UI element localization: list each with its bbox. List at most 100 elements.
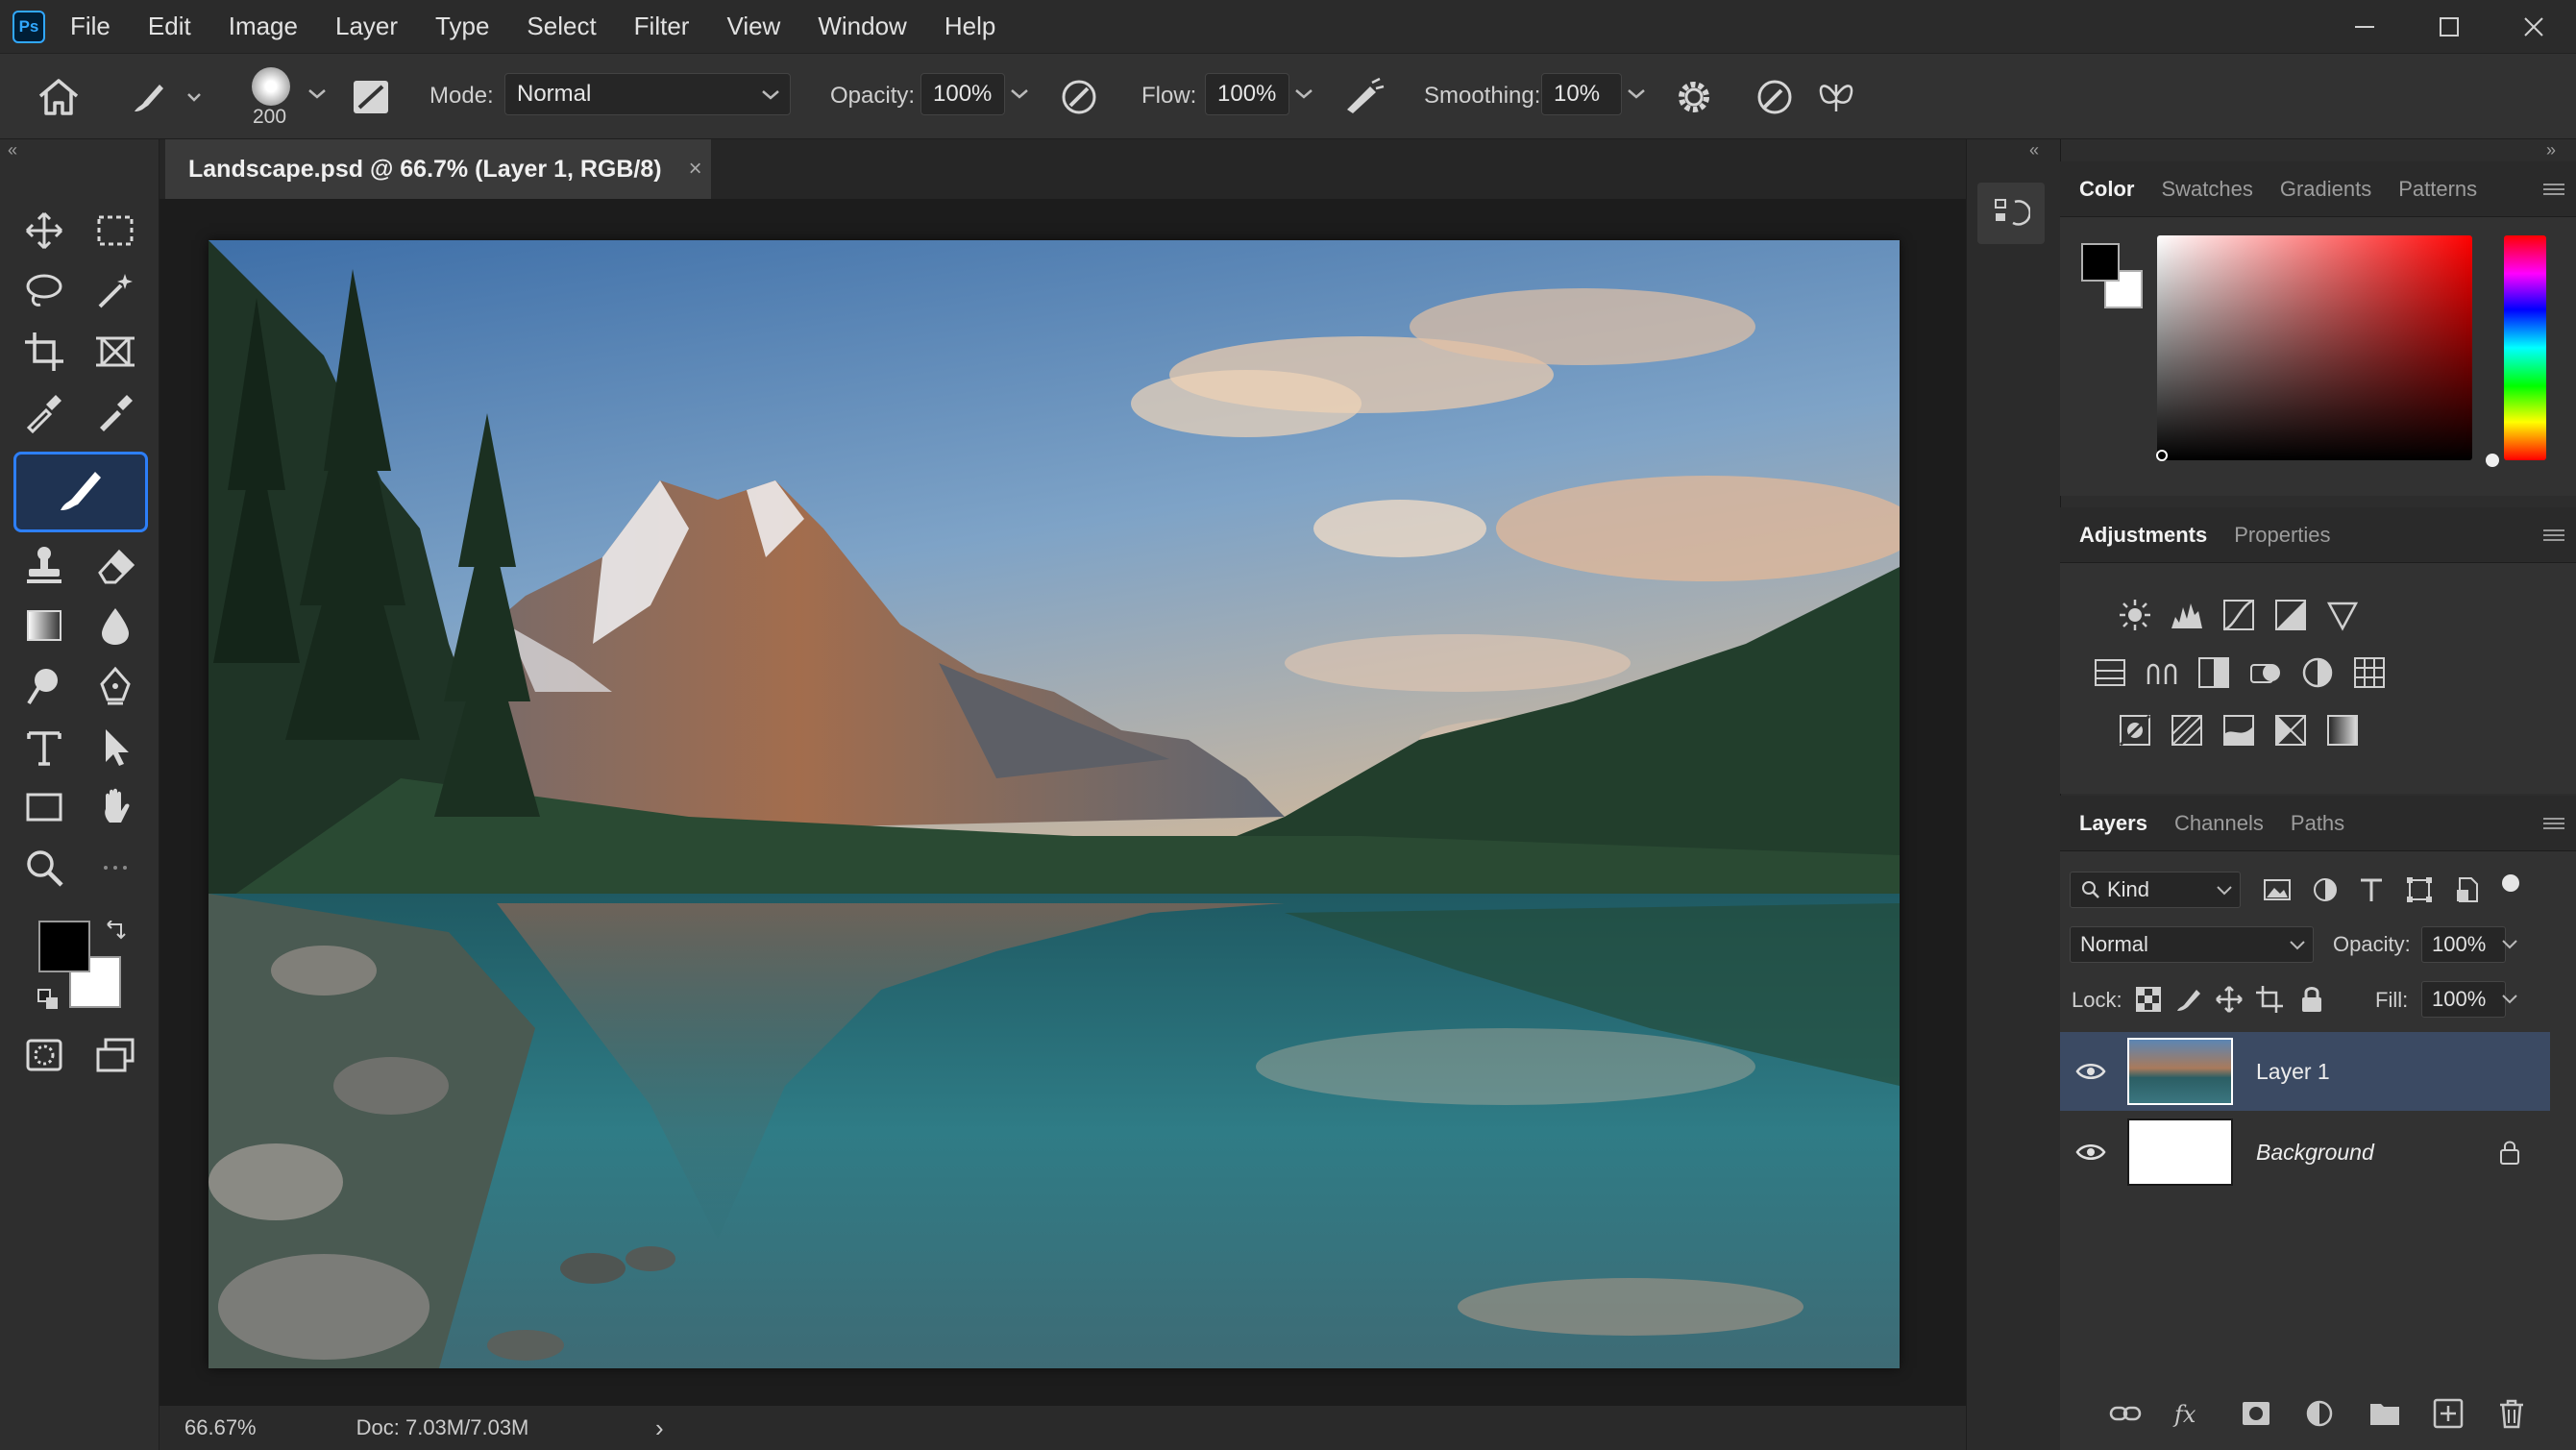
smoothing-dropdown[interactable] bbox=[1622, 73, 1651, 115]
blur-tool[interactable] bbox=[87, 601, 143, 651]
brush-tool[interactable] bbox=[53, 465, 109, 515]
adj-threshold[interactable] bbox=[2220, 711, 2258, 750]
hue-slider-handle[interactable] bbox=[2486, 454, 2499, 467]
status-menu-arrow[interactable]: › bbox=[655, 1413, 664, 1443]
close-tab-button[interactable]: × bbox=[689, 156, 702, 183]
layer-styles-button[interactable]: fx bbox=[2170, 1394, 2208, 1433]
filter-toggle-switch[interactable] bbox=[2502, 874, 2519, 892]
menu-help[interactable]: Help bbox=[945, 12, 995, 41]
adj-channel-mixer[interactable] bbox=[2298, 653, 2337, 692]
menu-filter[interactable]: Filter bbox=[634, 12, 690, 41]
adj-hue-saturation[interactable] bbox=[2091, 653, 2129, 692]
adj-gradient-map[interactable] bbox=[2323, 711, 2362, 750]
layer-1-name[interactable]: Layer 1 bbox=[2256, 1059, 2330, 1085]
tab-layers[interactable]: Layers bbox=[2079, 811, 2147, 836]
brush-settings-dropdown[interactable] bbox=[306, 86, 329, 102]
default-colors-button[interactable] bbox=[37, 988, 60, 1011]
pressure-opacity-button[interactable] bbox=[1057, 75, 1101, 119]
minimize-button[interactable] bbox=[2322, 0, 2407, 53]
adj-photo-filter[interactable] bbox=[2246, 653, 2285, 692]
tab-swatches[interactable]: Swatches bbox=[2161, 177, 2252, 202]
new-adjustment-layer-button[interactable] bbox=[2300, 1394, 2339, 1433]
hand-tool[interactable] bbox=[87, 782, 143, 832]
adj-vibrance[interactable] bbox=[2323, 596, 2362, 634]
hue-slider[interactable] bbox=[2504, 235, 2546, 460]
tab-patterns[interactable]: Patterns bbox=[2398, 177, 2477, 202]
mode-select[interactable]: Normal bbox=[504, 73, 791, 115]
layer-kind-filter[interactable]: Kind bbox=[2070, 872, 2241, 908]
flow-input[interactable]: 100% bbox=[1205, 73, 1289, 115]
layer-row-background[interactable]: Background bbox=[2060, 1113, 2550, 1192]
color-panel-foreground-swatch[interactable] bbox=[2081, 243, 2120, 282]
more-tools-button[interactable] bbox=[87, 843, 143, 893]
add-mask-button[interactable] bbox=[2237, 1394, 2275, 1433]
opacity-dropdown[interactable] bbox=[1005, 73, 1034, 115]
smoothing-input[interactable]: 10% bbox=[1541, 73, 1622, 115]
adj-posterize[interactable] bbox=[2168, 711, 2206, 750]
collapse-toolbar-icon[interactable]: « bbox=[8, 140, 17, 160]
adj-invert[interactable] bbox=[2116, 711, 2154, 750]
tool-preset-picker[interactable] bbox=[129, 77, 206, 117]
adj-levels[interactable] bbox=[2168, 596, 2206, 634]
quick-mask-button[interactable] bbox=[16, 1030, 72, 1080]
menu-select[interactable]: Select bbox=[527, 12, 596, 41]
eye-icon[interactable] bbox=[2075, 1061, 2106, 1082]
adj-color-lookup[interactable] bbox=[2350, 653, 2389, 692]
rectangle-tool[interactable] bbox=[16, 782, 72, 832]
history-panel-button[interactable] bbox=[1977, 183, 2045, 244]
tab-color[interactable]: Color bbox=[2079, 177, 2134, 202]
layer-fill-dropdown[interactable] bbox=[2500, 993, 2519, 1006]
clone-stamp-tool[interactable] bbox=[16, 540, 72, 590]
airbrush-button[interactable] bbox=[1341, 75, 1386, 119]
close-window-button[interactable] bbox=[2491, 0, 2576, 53]
adj-curves[interactable] bbox=[2220, 596, 2258, 634]
brush-settings-panel-button[interactable] bbox=[350, 77, 392, 117]
foreground-color-swatch[interactable] bbox=[38, 921, 90, 972]
adjustments-panel-menu-icon[interactable] bbox=[2543, 527, 2564, 544]
eye-icon[interactable] bbox=[2075, 1142, 2106, 1163]
new-layer-button[interactable] bbox=[2429, 1394, 2467, 1433]
lock-position[interactable] bbox=[2214, 984, 2245, 1015]
link-layers-button[interactable] bbox=[2106, 1394, 2145, 1433]
pen-tool[interactable] bbox=[87, 661, 143, 711]
new-group-button[interactable] bbox=[2366, 1394, 2404, 1433]
lock-transparent-pixels[interactable] bbox=[2133, 984, 2164, 1015]
color-picker-field[interactable] bbox=[2157, 235, 2472, 460]
pressure-size-button[interactable] bbox=[1753, 75, 1797, 119]
background-layer-name[interactable]: Background bbox=[2256, 1140, 2374, 1166]
menu-edit[interactable]: Edit bbox=[148, 12, 191, 41]
tab-gradients[interactable]: Gradients bbox=[2280, 177, 2371, 202]
adj-selective-color[interactable] bbox=[2271, 711, 2310, 750]
tab-properties[interactable]: Properties bbox=[2234, 523, 2330, 548]
marquee-tool[interactable] bbox=[87, 206, 143, 256]
menu-type[interactable]: Type bbox=[435, 12, 489, 41]
filter-adjustment-layers[interactable] bbox=[2310, 874, 2341, 905]
filter-pixel-layers[interactable] bbox=[2262, 874, 2293, 905]
menu-view[interactable]: View bbox=[726, 12, 780, 41]
symmetry-button[interactable] bbox=[1814, 75, 1858, 119]
eraser-tool[interactable] bbox=[87, 540, 143, 590]
path-selection-tool[interactable] bbox=[87, 722, 143, 772]
maximize-button[interactable] bbox=[2407, 0, 2491, 53]
layer-fill-input[interactable]: 100% bbox=[2421, 981, 2506, 1018]
magic-wand-tool[interactable] bbox=[87, 266, 143, 316]
adj-color-balance[interactable] bbox=[2143, 653, 2181, 692]
filter-shape-layers[interactable] bbox=[2404, 874, 2435, 905]
brush-tip-preview[interactable] bbox=[252, 67, 290, 106]
smoothing-settings-button[interactable] bbox=[1674, 77, 1714, 117]
frame-tool[interactable] bbox=[87, 327, 143, 377]
lock-image-pixels[interactable] bbox=[2173, 984, 2204, 1015]
move-tool[interactable] bbox=[16, 206, 72, 256]
lasso-tool[interactable] bbox=[16, 266, 72, 316]
filter-smart-objects[interactable] bbox=[2452, 874, 2483, 905]
dodge-tool[interactable] bbox=[16, 661, 72, 711]
photoshop-logo[interactable]: Ps bbox=[12, 10, 45, 43]
color-panel-menu-icon[interactable] bbox=[2543, 181, 2564, 198]
crop-tool[interactable] bbox=[16, 327, 72, 377]
tab-paths[interactable]: Paths bbox=[2291, 811, 2344, 836]
swap-colors-button[interactable] bbox=[104, 921, 127, 944]
color-picker-cursor[interactable] bbox=[2156, 450, 2168, 461]
adj-black-white[interactable] bbox=[2195, 653, 2233, 692]
screen-mode-button[interactable] bbox=[87, 1030, 143, 1080]
flow-dropdown[interactable] bbox=[1289, 73, 1318, 115]
